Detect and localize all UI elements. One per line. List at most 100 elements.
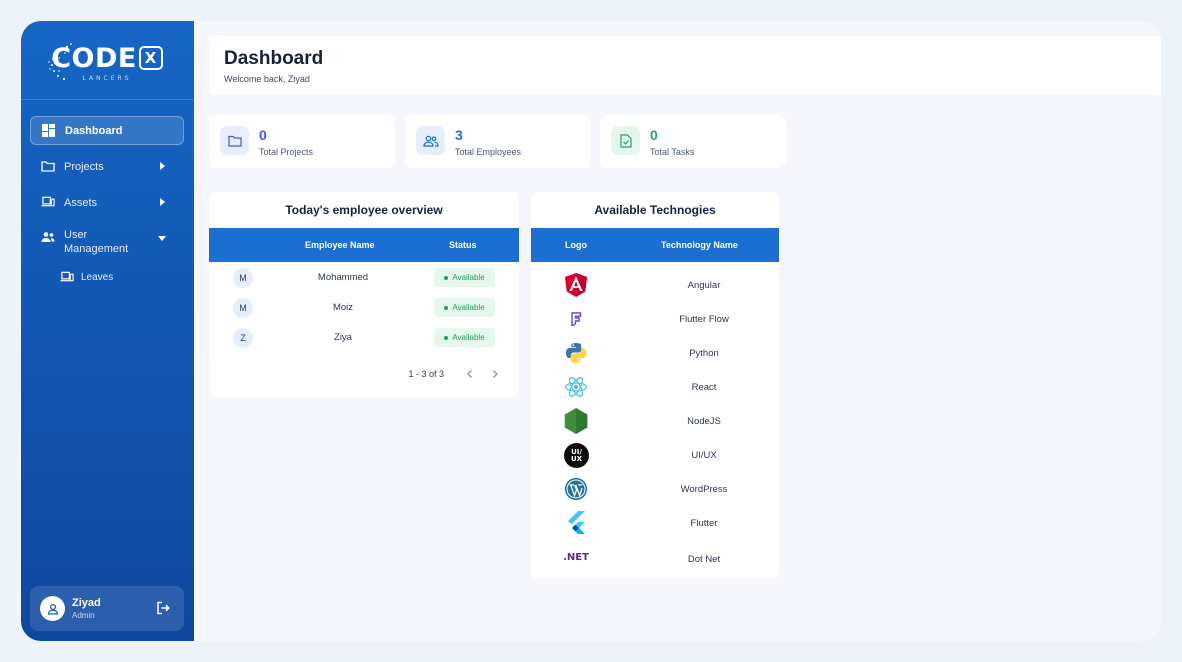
sidebar-item-label: Projects	[64, 160, 104, 173]
laptop-icon	[60, 271, 74, 283]
sidebar-subitem-leaves[interactable]: Leaves	[30, 267, 184, 287]
logout-icon[interactable]	[156, 601, 170, 615]
flutter-logo	[564, 511, 588, 535]
brand-subtitle: LANCERS	[82, 74, 132, 82]
uiux-logo-text-bottom: UX	[570, 454, 583, 463]
stat-value: 0	[650, 127, 658, 143]
technology-name: Flutter Flow	[679, 314, 729, 325]
python-logo	[564, 341, 588, 365]
sparkle-dots-icon	[48, 43, 72, 81]
status-badge: Available	[434, 298, 495, 317]
card-title: Today's employee overview	[285, 203, 443, 217]
sidebar-subitem-label: Leaves	[81, 271, 114, 283]
sidebar-item-user-management[interactable]: User Management	[30, 224, 184, 260]
table-row[interactable]: Z Ziya Available	[209, 323, 519, 353]
users-icon	[41, 231, 55, 245]
column-header-logo: Logo	[565, 240, 587, 250]
user-profile-card[interactable]: Ziyad Admin	[30, 586, 184, 631]
table-row[interactable]: Python	[531, 336, 779, 370]
users-icon	[416, 126, 445, 155]
table-header: Logo Technology Name	[531, 228, 779, 262]
laptop-icon	[41, 196, 55, 210]
sidebar-item-dashboard[interactable]: Dashboard	[30, 116, 184, 145]
technology-name: Angular	[687, 280, 721, 291]
technology-name: React	[691, 382, 717, 393]
task-file-icon	[611, 126, 640, 155]
nodejs-logo	[564, 408, 588, 434]
technology-name: NodeJS	[687, 416, 721, 427]
stat-label: Total Employees	[455, 147, 522, 157]
sidebar-item-label: Dashboard	[65, 124, 123, 137]
status-badge: Available	[434, 268, 495, 287]
avatar: M	[233, 298, 253, 318]
technologies-card: Available Technogies Logo Technology Nam…	[531, 192, 779, 579]
pagination: 1 - 3 of 3	[408, 368, 501, 380]
chevron-right-icon	[160, 162, 165, 170]
page-header: Dashboard Welcome back, Ziyad	[209, 36, 1161, 95]
app-frame: CODE X LANCERS Dashboard Projects Assets…	[21, 21, 1161, 641]
technology-name: WordPress	[680, 484, 728, 495]
chevron-right-icon[interactable]	[489, 368, 501, 380]
stat-card-total-tasks: 0 Total Tasks	[600, 115, 786, 168]
table-row[interactable]: .NET Dot Net	[531, 540, 779, 574]
employee-name: Mohammed	[317, 272, 369, 283]
table-row[interactable]: Angular	[531, 268, 779, 302]
column-header-status: Status	[449, 240, 477, 250]
chevron-left-icon[interactable]	[464, 368, 476, 380]
user-icon	[47, 603, 58, 615]
technology-name: Dot Net	[687, 554, 721, 565]
column-header-technology-name: Technology Name	[661, 240, 738, 250]
sidebar-divider	[21, 99, 194, 100]
dotnet-logo: .NET	[556, 545, 596, 569]
dotnet-logo-text: .NET	[563, 551, 589, 563]
status-badge: Available	[434, 328, 495, 347]
brand-logo[interactable]: CODE X LANCERS	[48, 37, 163, 87]
flutterflow-logo	[564, 307, 588, 331]
technology-name: Flutter	[690, 518, 718, 529]
employee-name: Moiz	[332, 302, 354, 313]
table-header: Employee Name Status	[209, 228, 519, 262]
avatar: Z	[233, 328, 253, 348]
table-row[interactable]: Flutter Flow	[531, 302, 779, 336]
dashboard-icon	[42, 123, 56, 138]
wordpress-logo	[564, 477, 588, 501]
stat-card-total-employees: 3 Total Employees	[405, 115, 591, 168]
angular-logo	[564, 273, 588, 297]
table-row[interactable]: M Moiz Available	[209, 293, 519, 323]
sidebar-nav: Dashboard Projects Assets User Managemen…	[30, 116, 184, 287]
table-row[interactable]: UI/ UX UI/UX	[531, 438, 779, 472]
uiux-logo: UI/ UX	[564, 443, 589, 468]
employee-overview-card: Today's employee overview Employee Name …	[209, 192, 519, 397]
sidebar: CODE X LANCERS Dashboard Projects Assets…	[21, 21, 194, 641]
react-logo	[564, 375, 588, 399]
pagination-range: 1 - 3 of 3	[408, 369, 444, 379]
sidebar-item-assets[interactable]: Assets	[30, 188, 184, 217]
user-role: Admin	[72, 611, 95, 620]
user-name: Ziyad	[72, 597, 101, 609]
table-row[interactable]: Flutter	[531, 506, 779, 540]
chevron-down-icon	[158, 236, 166, 241]
welcome-message: Welcome back, Ziyad	[224, 74, 310, 84]
stat-label: Total Projects	[259, 147, 314, 157]
stat-label: Total Tasks	[650, 147, 695, 157]
technology-name: UI/UX	[691, 450, 717, 461]
avatar: M	[233, 268, 253, 288]
folder-icon	[220, 126, 249, 155]
technology-name: Python	[689, 348, 719, 359]
table-row[interactable]: NodeJS	[531, 404, 779, 438]
avatar	[40, 596, 65, 621]
stat-value: 3	[455, 127, 463, 143]
table-row[interactable]: React	[531, 370, 779, 404]
employee-name: Ziya	[334, 332, 352, 343]
sidebar-item-projects[interactable]: Projects	[30, 152, 184, 181]
chevron-right-icon	[160, 198, 165, 206]
folder-icon	[41, 160, 55, 174]
stat-card-total-projects: 0 Total Projects	[209, 115, 395, 168]
sidebar-item-label: Assets	[64, 196, 98, 209]
table-row[interactable]: M Mohammed Available	[209, 263, 519, 293]
sidebar-item-label: User Management	[64, 229, 129, 255]
table-row[interactable]: WordPress	[531, 472, 779, 506]
brand-x-mark: X	[138, 46, 163, 70]
page-title: Dashboard	[224, 48, 324, 69]
stat-value: 0	[259, 127, 267, 143]
